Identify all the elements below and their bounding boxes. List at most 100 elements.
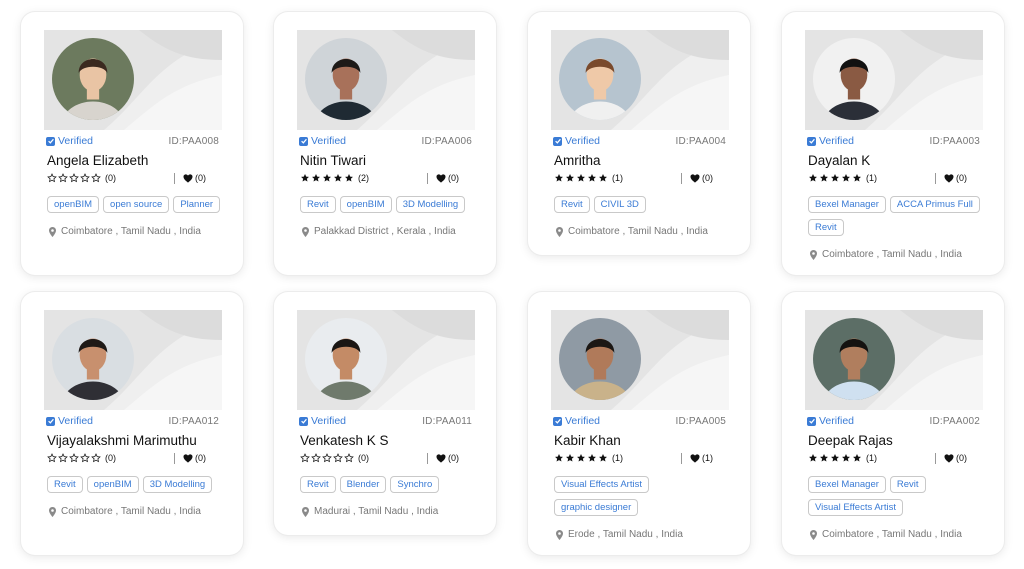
- star-rating[interactable]: [300, 453, 354, 463]
- profile-name[interactable]: Nitin Tiwari: [294, 153, 476, 168]
- skill-tag[interactable]: Revit: [47, 476, 83, 493]
- divider: [174, 172, 175, 184]
- pin-icon: [556, 226, 563, 237]
- profile-banner: [44, 30, 222, 130]
- skill-tag[interactable]: Revit: [889, 476, 926, 493]
- skill-tag[interactable]: openBIM: [86, 476, 139, 493]
- skill-tags: Bexel Manager Revit Visual Effects Artist: [802, 476, 984, 516]
- rating-row: (1) (0): [802, 451, 984, 465]
- star-rating[interactable]: [47, 173, 101, 183]
- profile-card[interactable]: Verified ID:PAA004 Amritha (1) (0) Revit CIVIL…: [528, 12, 750, 255]
- star-outline-icon: [58, 453, 68, 463]
- likes[interactable]: (1): [690, 453, 730, 463]
- skill-tag[interactable]: 3D Modelling: [395, 196, 466, 213]
- star-rating[interactable]: [554, 453, 608, 463]
- skill-tag[interactable]: openBIM: [339, 196, 392, 213]
- heart-icon[interactable]: [944, 453, 954, 463]
- verified-label: Verified: [311, 415, 347, 427]
- skill-tag[interactable]: Synchro: [390, 476, 440, 493]
- likes[interactable]: (0): [944, 453, 984, 463]
- likes[interactable]: (0): [690, 173, 730, 183]
- pin-icon: [49, 226, 56, 237]
- profile-name[interactable]: Vijayalakshmi Marimuthu: [41, 433, 223, 448]
- verified-label: Verified: [819, 135, 855, 147]
- likes[interactable]: (0): [436, 173, 476, 183]
- location: Coimbatore , Tamil Nadu , India: [41, 506, 223, 531]
- profile-card[interactable]: Verified ID:PAA003 Dayalan K (1) (0) Bexel Ma…: [782, 12, 1004, 275]
- profile-name[interactable]: Deepak Rajas: [802, 433, 984, 448]
- skill-tag[interactable]: Visual Effects Artist: [808, 499, 903, 516]
- profile-name[interactable]: Dayalan K: [802, 153, 984, 168]
- skill-tag[interactable]: ACCA Primus Full: [889, 196, 980, 213]
- star-outline-icon: [91, 453, 101, 463]
- star-rating[interactable]: [554, 173, 608, 183]
- heart-icon[interactable]: [183, 453, 193, 463]
- rating-row: (0) (0): [41, 451, 223, 465]
- skill-tag[interactable]: Revit: [300, 196, 336, 213]
- divider: [681, 172, 682, 184]
- profile-card[interactable]: Verified ID:PAA006 Nitin Tiwari (2) (0) Revit…: [274, 12, 496, 275]
- star-filled-icon: [565, 453, 575, 463]
- avatar[interactable]: [559, 318, 641, 400]
- skill-tag[interactable]: Revit: [300, 476, 336, 493]
- skill-tag[interactable]: Bexel Manager: [808, 476, 886, 493]
- likes-count: (0): [448, 453, 459, 463]
- skill-tag[interactable]: openBIM: [47, 196, 100, 213]
- star-rating[interactable]: [808, 173, 862, 183]
- star-filled-icon: [587, 453, 597, 463]
- skill-tag[interactable]: Blender: [339, 476, 387, 493]
- avatar[interactable]: [52, 38, 134, 120]
- avatar[interactable]: [813, 38, 895, 120]
- heart-icon[interactable]: [436, 453, 446, 463]
- star-rating[interactable]: [808, 453, 862, 463]
- profile-name[interactable]: Kabir Khan: [548, 433, 730, 448]
- profile-card[interactable]: Verified ID:PAA002 Deepak Rajas (1) (0) Bexel…: [782, 292, 1004, 555]
- avatar[interactable]: [52, 318, 134, 400]
- skill-tag[interactable]: graphic designer: [554, 499, 639, 516]
- star-filled-icon: [830, 173, 840, 183]
- likes[interactable]: (0): [944, 173, 984, 183]
- profile-card[interactable]: Verified ID:PAA011 Venkatesh K S (0) (0) Revi…: [274, 292, 496, 535]
- star-outline-icon: [333, 453, 343, 463]
- check-icon: [553, 416, 562, 426]
- rating-count: (1): [612, 453, 623, 463]
- skill-tag[interactable]: Planner: [173, 196, 221, 213]
- star-filled-icon: [554, 173, 564, 183]
- profile-card[interactable]: Verified ID:PAA005 Kabir Khan (1) (1) Visual …: [528, 292, 750, 555]
- likes[interactable]: (0): [183, 453, 223, 463]
- profile-card[interactable]: Verified ID:PAA008 Angela Elizabeth (0) (0) o…: [21, 12, 243, 275]
- skill-tag[interactable]: Visual Effects Artist: [554, 476, 649, 493]
- likes[interactable]: (0): [183, 173, 223, 183]
- star-rating[interactable]: [47, 453, 101, 463]
- skill-tag[interactable]: Revit: [554, 196, 590, 213]
- check-icon: [553, 136, 562, 146]
- profile-name[interactable]: Angela Elizabeth: [41, 153, 223, 168]
- star-rating[interactable]: [300, 173, 354, 183]
- avatar[interactable]: [305, 38, 387, 120]
- heart-icon[interactable]: [944, 173, 954, 183]
- skill-tag[interactable]: open source: [103, 196, 170, 213]
- likes[interactable]: (0): [436, 453, 476, 463]
- skill-tag[interactable]: Revit: [808, 219, 844, 236]
- rating-row: (1) (0): [802, 171, 984, 185]
- avatar[interactable]: [559, 38, 641, 120]
- heart-icon[interactable]: [690, 173, 700, 183]
- skill-tag[interactable]: CIVIL 3D: [593, 196, 646, 213]
- heart-icon[interactable]: [690, 453, 700, 463]
- avatar[interactable]: [305, 318, 387, 400]
- skill-tag[interactable]: 3D Modelling: [142, 476, 213, 493]
- skill-tags: Revit CIVIL 3D: [548, 196, 730, 213]
- star-outline-icon: [80, 453, 90, 463]
- avatar[interactable]: [813, 318, 895, 400]
- heart-icon[interactable]: [436, 173, 446, 183]
- profile-name[interactable]: Amritha: [548, 153, 730, 168]
- pin-icon: [810, 249, 817, 260]
- skill-tag[interactable]: Bexel Manager: [808, 196, 886, 213]
- profile-card[interactable]: Verified ID:PAA012 Vijayalakshmi Marimuthu…: [21, 292, 243, 555]
- likes-count: (1): [702, 453, 713, 463]
- rating-row: (1) (1): [548, 451, 730, 465]
- meta-row: Verified ID:PAA005: [548, 415, 730, 427]
- profile-name[interactable]: Venkatesh K S: [294, 433, 476, 448]
- meta-row: Verified ID:PAA008: [41, 135, 223, 147]
- heart-icon[interactable]: [183, 173, 193, 183]
